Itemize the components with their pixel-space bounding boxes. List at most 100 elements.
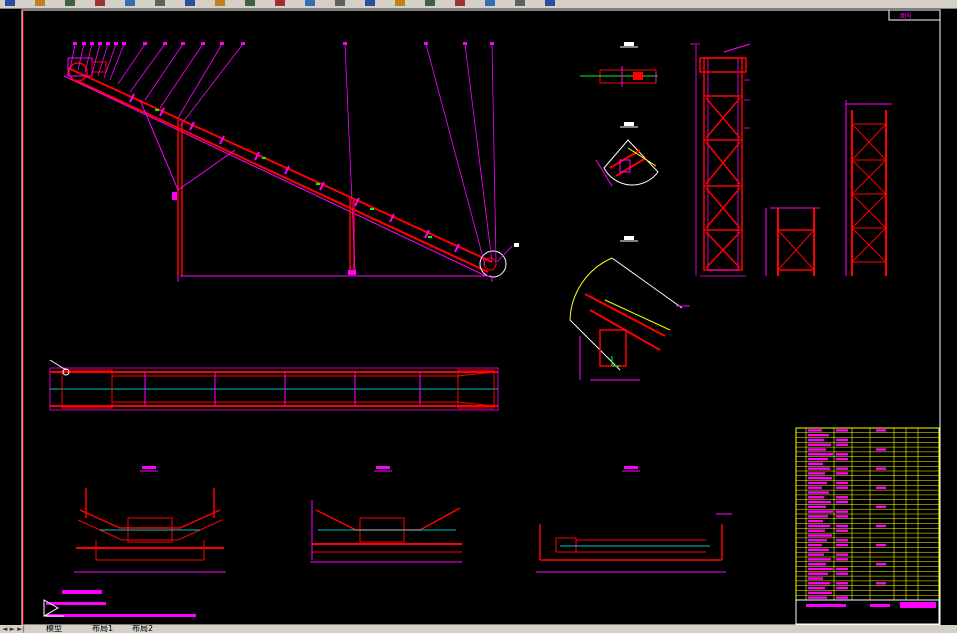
sheet-set-icon[interactable] <box>364 0 376 7</box>
bom-cell-mark <box>808 443 831 446</box>
detail-view-b <box>595 122 659 187</box>
bom-cell-mark <box>836 457 848 461</box>
bom-cell-mark <box>836 496 848 499</box>
bom-cell-mark <box>808 448 826 451</box>
bom-cell-mark <box>876 524 886 528</box>
bom-cell-mark <box>876 543 886 547</box>
bom-cell-mark <box>836 586 848 590</box>
undo-icon[interactable] <box>94 0 106 7</box>
bom-title-block <box>795 427 940 625</box>
bom-cell-mark <box>836 515 848 518</box>
cross-section-2 <box>310 466 462 563</box>
tab-layout2[interactable]: 布局2 <box>132 625 153 633</box>
bom-cell-mark <box>876 448 886 451</box>
tab-layout1[interactable]: 布局1 <box>92 625 113 633</box>
bom-cell-mark <box>808 539 827 542</box>
help-icon[interactable] <box>454 0 466 7</box>
support-frame-side <box>765 207 820 276</box>
bom-cell-mark <box>808 582 830 585</box>
markup-icon[interactable] <box>394 0 406 7</box>
support-frame-tall <box>845 100 892 276</box>
bom-cell-mark <box>836 429 848 432</box>
conveyor-elevation-view <box>63 42 519 282</box>
bom-cell-mark <box>808 562 826 566</box>
bom-cell-mark <box>808 462 823 466</box>
bom-cell-mark <box>876 505 886 509</box>
zoom-previous-icon[interactable] <box>244 0 256 7</box>
bom-cell-mark <box>808 486 822 489</box>
extra-icon[interactable] <box>544 0 556 7</box>
bom-cell-mark <box>836 510 848 513</box>
bom-cell-mark <box>808 510 833 513</box>
bom-cell-mark <box>808 505 826 509</box>
calculator-icon[interactable] <box>424 0 436 7</box>
bom-cell-mark <box>808 567 833 571</box>
detail-view-c <box>569 236 690 381</box>
bom-cell-mark <box>836 596 848 599</box>
conveyor-plan-view <box>49 359 499 411</box>
bom-cell-mark <box>808 515 828 518</box>
bom-cell-mark <box>836 500 848 504</box>
bom-cell-mark <box>808 548 829 552</box>
open-icon[interactable] <box>4 0 16 7</box>
bom-cell-mark <box>836 529 848 532</box>
tab-model[interactable]: 模型 <box>46 625 62 633</box>
bom-cell-mark <box>808 534 832 537</box>
bom-cell-mark <box>808 476 832 480</box>
bom-cell-mark <box>836 443 848 446</box>
print-icon[interactable] <box>64 0 76 7</box>
bom-cell-mark <box>808 496 824 499</box>
bom-cell-mark <box>808 433 829 437</box>
bom-cell-mark <box>836 572 848 575</box>
bom-cell-mark <box>808 529 825 532</box>
cross-section-3 <box>536 466 732 573</box>
bom-cell-mark <box>836 553 848 556</box>
bom-cell-mark <box>836 472 848 475</box>
bom-cell-mark <box>808 453 833 456</box>
bom-cell-mark <box>808 596 827 599</box>
bom-cell-mark <box>808 572 828 575</box>
bom-cell-mark <box>876 486 886 489</box>
bom-cell-mark <box>836 567 848 571</box>
layout-tab-bar: ◄ ► ►| 模型 布局1 布局2 <box>0 625 957 633</box>
drawing-canvas[interactable]: 图号 <box>0 8 957 625</box>
properties-icon[interactable] <box>274 0 286 7</box>
bom-cell-mark <box>808 457 828 461</box>
bom-cell-mark <box>808 519 823 523</box>
bom-cell-mark <box>836 438 848 442</box>
bom-cell-mark <box>836 524 848 528</box>
tool-palettes-icon[interactable] <box>334 0 346 7</box>
drawing-frame: 图号 <box>21 9 941 625</box>
bom-cell-mark <box>808 467 830 470</box>
bom-cell-mark <box>876 467 886 470</box>
bom-cell-mark <box>808 586 825 590</box>
bom-cell-mark <box>876 429 886 432</box>
bom-cell-mark <box>808 591 832 595</box>
svg-text:图号: 图号 <box>900 13 912 20</box>
bom-cell-mark <box>808 481 827 485</box>
bom-cell-mark <box>808 438 824 442</box>
zoom-realtime-icon[interactable] <box>184 0 196 7</box>
bom-cell-mark <box>808 491 829 494</box>
bom-cell-mark <box>808 472 825 475</box>
bom-cell-mark <box>876 582 886 585</box>
match-icon[interactable] <box>514 0 526 7</box>
bom-cell-mark <box>836 582 848 585</box>
bom-cell-mark <box>808 524 830 528</box>
pan-icon[interactable] <box>154 0 166 7</box>
bom-cell-mark <box>836 539 848 542</box>
bom-cell-mark <box>836 467 848 470</box>
redo-icon[interactable] <box>124 0 136 7</box>
detail-view-a <box>580 42 658 87</box>
tab-navigation-arrows[interactable]: ◄ ► ►| <box>2 625 25 633</box>
bom-cell-mark <box>808 553 824 556</box>
technical-notes <box>46 590 196 617</box>
support-tower-elevation <box>690 43 751 277</box>
bom-cell-mark <box>836 481 848 485</box>
bom-cell-mark <box>808 577 823 580</box>
zoom-window-icon[interactable] <box>214 0 226 7</box>
save-icon[interactable] <box>34 0 46 7</box>
bom-cell-mark <box>808 558 831 561</box>
design-center-icon[interactable] <box>304 0 316 7</box>
layer-icon[interactable] <box>484 0 496 7</box>
